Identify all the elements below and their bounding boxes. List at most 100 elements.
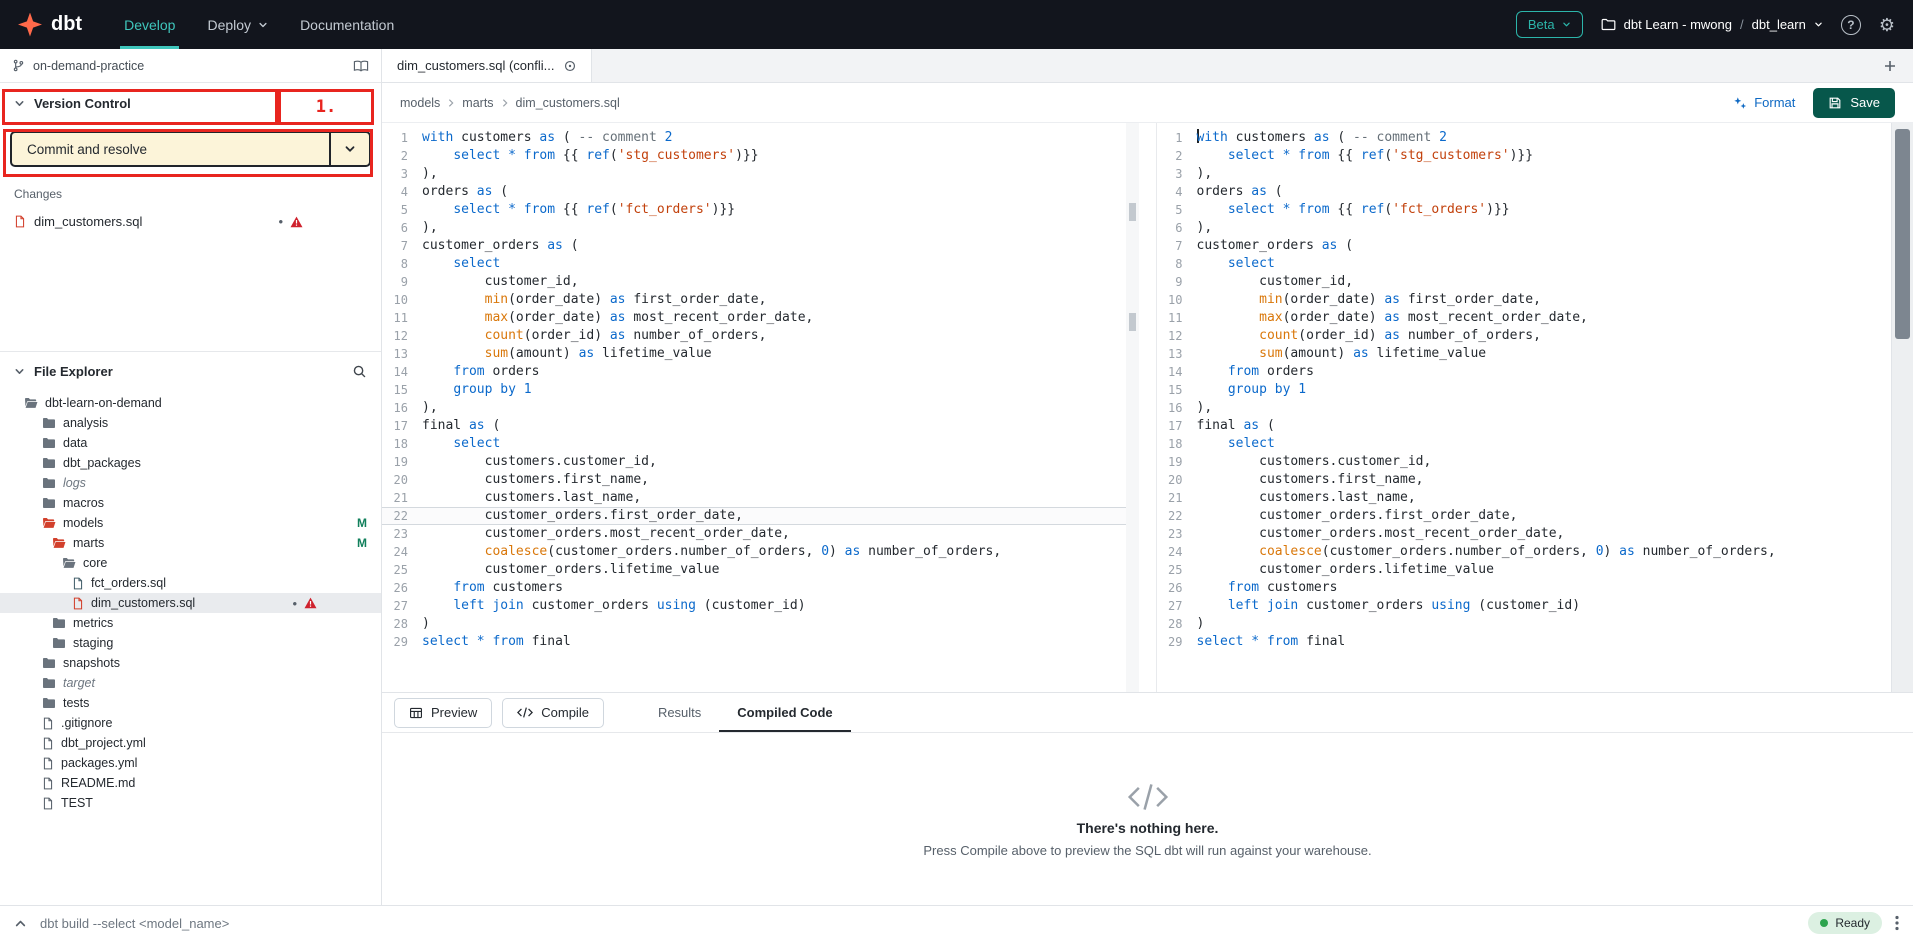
chevron-up-icon[interactable]	[14, 917, 27, 930]
code-line-29[interactable]: 29select * from final	[382, 633, 1139, 651]
command-input[interactable]: dbt build --select <model_name>	[40, 916, 229, 931]
tab-conflict-icon[interactable]	[564, 60, 576, 72]
tab-dim-customers[interactable]: dim_customers.sql (confli...	[382, 49, 592, 82]
code-line-3[interactable]: 3),	[1157, 165, 1913, 183]
code-line-19[interactable]: 19 customers.customer_id,	[1157, 453, 1913, 471]
code-line-7[interactable]: 7customer_orders as (	[382, 237, 1139, 255]
nav-deploy[interactable]: Deploy	[191, 0, 284, 49]
code-line-25[interactable]: 25 customer_orders.lifetime_value	[1157, 561, 1913, 579]
code-line-2[interactable]: 2 select * from {{ ref('stg_customers')}…	[1157, 147, 1913, 165]
breadcrumb-file[interactable]: dim_customers.sql	[516, 96, 620, 110]
code-line-11[interactable]: 11 max(order_date) as most_recent_order_…	[1157, 309, 1913, 327]
tab-compiled-code[interactable]: Compiled Code	[719, 693, 850, 732]
file-explorer-header[interactable]: File Explorer	[0, 351, 381, 391]
code-line-20[interactable]: 20 customers.first_name,	[382, 471, 1139, 489]
code-line-4[interactable]: 4orders as (	[382, 183, 1139, 201]
new-tab-button[interactable]	[1867, 49, 1913, 82]
account-switcher[interactable]: dbt Learn - mwong / dbt_learn	[1601, 17, 1823, 32]
beta-dropdown[interactable]: Beta	[1516, 11, 1583, 38]
search-icon[interactable]	[352, 364, 367, 379]
code-line-29[interactable]: 29select * from final	[1157, 633, 1913, 651]
code-line-10[interactable]: 10 min(order_date) as first_order_date,	[382, 291, 1139, 309]
code-line-23[interactable]: 23 customer_orders.most_recent_order_dat…	[1157, 525, 1913, 543]
code-line-11[interactable]: 11 max(order_date) as most_recent_order_…	[382, 309, 1139, 327]
compile-button[interactable]: Compile	[502, 698, 604, 728]
code-line-26[interactable]: 26 from customers	[382, 579, 1139, 597]
code-line-28[interactable]: 28)	[382, 615, 1139, 633]
commit-options-caret[interactable]	[329, 133, 369, 165]
breadcrumb-models[interactable]: models	[400, 96, 440, 110]
changed-file-row[interactable]: dim_customers.sql •	[14, 214, 367, 229]
code-line-18[interactable]: 18 select	[1157, 435, 1913, 453]
code-line-12[interactable]: 12 count(order_id) as number_of_orders,	[1157, 327, 1913, 345]
preview-button[interactable]: Preview	[394, 698, 492, 728]
tree-item-logs[interactable]: logs	[0, 473, 381, 493]
nav-develop[interactable]: Develop	[108, 0, 191, 49]
tree-item-packages.yml[interactable]: packages.yml	[0, 753, 381, 773]
tree-item-target[interactable]: target	[0, 673, 381, 693]
kebab-menu-icon[interactable]	[1895, 915, 1899, 931]
tree-item-dbt_packages[interactable]: dbt_packages	[0, 453, 381, 473]
code-line-6[interactable]: 6),	[382, 219, 1139, 237]
code-line-23[interactable]: 23 customer_orders.most_recent_order_dat…	[382, 525, 1139, 543]
tree-item-models[interactable]: modelsM	[0, 513, 381, 533]
tree-item-.gitignore[interactable]: .gitignore	[0, 713, 381, 733]
code-line-1[interactable]: 1with customers as ( -- comment 2	[1157, 129, 1913, 147]
editor-split-divider[interactable]	[1139, 123, 1157, 692]
code-line-4[interactable]: 4orders as (	[1157, 183, 1913, 201]
dbt-logo-text[interactable]: dbt	[51, 13, 82, 36]
code-line-16[interactable]: 16),	[382, 399, 1139, 417]
code-line-8[interactable]: 8 select	[1157, 255, 1913, 273]
code-line-21[interactable]: 21 customers.last_name,	[382, 489, 1139, 507]
code-line-9[interactable]: 9 customer_id,	[382, 273, 1139, 291]
code-line-10[interactable]: 10 min(order_date) as first_order_date,	[1157, 291, 1913, 309]
code-line-25[interactable]: 25 customer_orders.lifetime_value	[382, 561, 1139, 579]
code-line-18[interactable]: 18 select	[382, 435, 1139, 453]
code-line-5[interactable]: 5 select * from {{ ref('fct_orders')}}	[382, 201, 1139, 219]
version-control-header[interactable]: Version Control	[0, 83, 381, 123]
code-line-15[interactable]: 15 group by 1	[1157, 381, 1913, 399]
tree-item-analysis[interactable]: analysis	[0, 413, 381, 433]
editor-left-scrollbar[interactable]	[1126, 123, 1139, 692]
code-line-15[interactable]: 15 group by 1	[382, 381, 1139, 399]
code-line-8[interactable]: 8 select	[382, 255, 1139, 273]
tree-item-fct_orders.sql[interactable]: fct_orders.sql	[0, 573, 381, 593]
tab-results[interactable]: Results	[640, 693, 719, 732]
code-line-13[interactable]: 13 sum(amount) as lifetime_value	[1157, 345, 1913, 363]
code-line-6[interactable]: 6),	[1157, 219, 1913, 237]
tree-item-TEST[interactable]: TEST	[0, 793, 381, 813]
help-button[interactable]: ?	[1841, 15, 1861, 35]
tree-item-marts[interactable]: martsM	[0, 533, 381, 553]
code-line-28[interactable]: 28)	[1157, 615, 1913, 633]
breadcrumb-marts[interactable]: marts	[462, 96, 493, 110]
code-line-12[interactable]: 12 count(order_id) as number_of_orders,	[382, 327, 1139, 345]
tree-item-macros[interactable]: macros	[0, 493, 381, 513]
tree-item-dbt-learn-on-demand[interactable]: dbt-learn-on-demand	[0, 393, 381, 413]
code-line-21[interactable]: 21 customers.last_name,	[1157, 489, 1913, 507]
dbt-logo-icon[interactable]	[18, 13, 42, 37]
scrollbar-thumb[interactable]	[1895, 129, 1910, 339]
code-line-13[interactable]: 13 sum(amount) as lifetime_value	[382, 345, 1139, 363]
docs-book-icon[interactable]	[353, 59, 369, 73]
tree-item-staging[interactable]: staging	[0, 633, 381, 653]
code-line-20[interactable]: 20 customers.first_name,	[1157, 471, 1913, 489]
code-line-27[interactable]: 27 left join customer_orders using (cust…	[382, 597, 1139, 615]
tree-item-metrics[interactable]: metrics	[0, 613, 381, 633]
code-line-27[interactable]: 27 left join customer_orders using (cust…	[1157, 597, 1913, 615]
tree-item-data[interactable]: data	[0, 433, 381, 453]
code-line-3[interactable]: 3),	[382, 165, 1139, 183]
tree-item-README.md[interactable]: README.md	[0, 773, 381, 793]
code-line-16[interactable]: 16),	[1157, 399, 1913, 417]
editor-right-scrollbar[interactable]	[1891, 123, 1913, 692]
code-line-17[interactable]: 17final as (	[1157, 417, 1913, 435]
editor-left[interactable]: 1with customers as ( -- comment 22 selec…	[382, 123, 1139, 692]
code-line-22[interactable]: 22 customer_orders.first_order_date,	[382, 507, 1139, 525]
code-line-24[interactable]: 24 coalesce(customer_orders.number_of_or…	[382, 543, 1139, 561]
code-line-22[interactable]: 22 customer_orders.first_order_date,	[1157, 507, 1913, 525]
code-line-7[interactable]: 7customer_orders as (	[1157, 237, 1913, 255]
code-line-1[interactable]: 1with customers as ( -- comment 2	[382, 129, 1139, 147]
code-line-24[interactable]: 24 coalesce(customer_orders.number_of_or…	[1157, 543, 1913, 561]
tree-item-dim_customers.sql[interactable]: dim_customers.sql•	[0, 593, 381, 613]
code-line-26[interactable]: 26 from customers	[1157, 579, 1913, 597]
code-line-5[interactable]: 5 select * from {{ ref('fct_orders')}}	[1157, 201, 1913, 219]
